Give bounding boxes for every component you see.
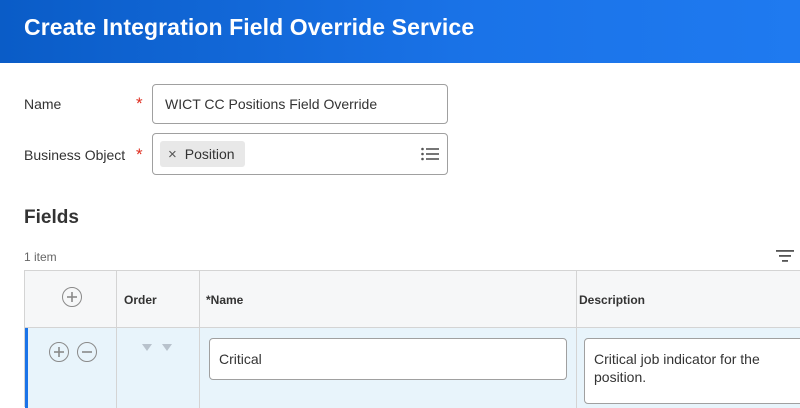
selected-pill-label: Position [184, 146, 235, 162]
fields-grid: Order *Name Description Critical job ind… [24, 270, 800, 408]
move-down-sort-triangle-icon[interactable] [142, 344, 152, 351]
fields-item-count: 1 item [24, 250, 57, 264]
insert-row-plus-circle-icon[interactable] [49, 342, 69, 362]
grid-header: Order *Name Description [25, 271, 800, 328]
business-object-field[interactable]: × Position [152, 133, 448, 175]
selected-pill-position: × Position [160, 141, 245, 167]
field-description-input[interactable]: Critical job indicator for the position. [584, 338, 800, 404]
list-prompt-icon[interactable] [421, 147, 439, 161]
add-row-plus-circle-icon[interactable] [62, 287, 82, 307]
column-header-name[interactable]: *Name [206, 293, 243, 307]
name-required-mark: * [136, 94, 143, 113]
column-divider [199, 271, 200, 408]
remove-selection-icon[interactable]: × [168, 147, 177, 162]
business-object-label: Business Object [24, 147, 126, 163]
business-object-required-mark: * [136, 145, 143, 164]
name-label: Name [24, 96, 62, 112]
name-input[interactable] [152, 84, 448, 124]
filter-lines-icon[interactable] [776, 249, 794, 263]
table-row: Critical job indicator for the position. [25, 328, 800, 408]
order-sort-controls[interactable] [142, 344, 172, 351]
move-down-last-sort-triangle-icon[interactable] [162, 344, 172, 351]
page-title: Create Integration Field Override Servic… [24, 14, 475, 40]
column-header-order[interactable]: Order [124, 293, 157, 307]
column-divider [116, 271, 117, 408]
column-divider [576, 271, 577, 408]
column-header-description[interactable]: Description [579, 293, 645, 307]
page-header: Create Integration Field Override Servic… [0, 0, 800, 63]
field-name-input[interactable] [209, 338, 567, 380]
remove-row-minus-circle-icon[interactable] [77, 342, 97, 362]
fields-section-title: Fields [24, 207, 79, 228]
row-selection-accent [25, 328, 28, 408]
